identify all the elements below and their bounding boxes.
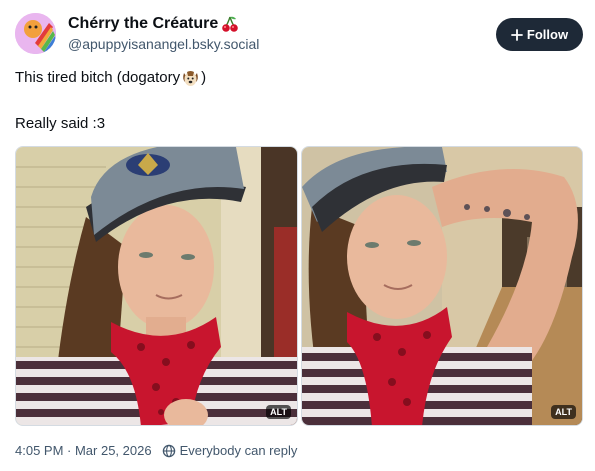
post-line-2: Really said :3: [15, 115, 106, 132]
post-image-1[interactable]: ALT: [15, 146, 298, 426]
globe-icon: [162, 444, 175, 457]
follow-button[interactable]: Follow: [496, 18, 583, 51]
selfie-photo-2: [302, 147, 582, 425]
post-footer: 4:05 PM · Mar 25, 2026 Everybody can rep…: [15, 443, 297, 458]
reply-setting-label: Everybody can reply: [179, 443, 298, 458]
alt-badge-2[interactable]: ALT: [551, 405, 576, 419]
post-text: This tired bitch (dogatory ) Really said…: [15, 68, 206, 134]
avatar-image: [15, 13, 56, 54]
cherries-emoji: [222, 16, 239, 32]
alt-badge-1[interactable]: ALT: [266, 405, 291, 419]
post-image-2[interactable]: ALT: [301, 146, 583, 426]
display-name-text: Chérry the Créature: [68, 15, 219, 32]
post-line-1: This tired bitch (dogatory ): [15, 68, 206, 88]
dog-face-emoji: [183, 70, 198, 86]
avatar[interactable]: [15, 13, 56, 54]
post-line-1-text: This tired bitch (dogatory: [15, 69, 181, 86]
follow-button-label: Follow: [526, 27, 569, 42]
author-handle[interactable]: @apuppyisanangel.bsky.social: [68, 36, 259, 53]
plus-icon: [511, 28, 523, 41]
post-timestamp[interactable]: 4:05 PM · Mar 25, 2026: [15, 443, 152, 458]
display-name[interactable]: Chérry the Créature: [68, 15, 239, 33]
reply-setting[interactable]: Everybody can reply: [162, 443, 298, 458]
post-line-1-close: ): [201, 69, 207, 86]
selfie-photo-1: [16, 147, 297, 425]
